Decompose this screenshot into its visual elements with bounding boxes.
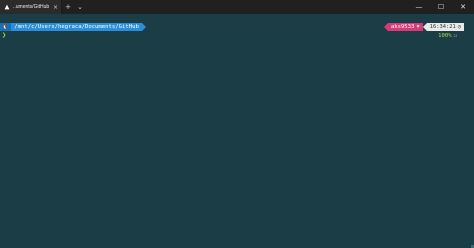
terminal-content[interactable]: 🐧 /mnt/c/Users/hegraca/Documents/GitHub … <box>0 14 474 248</box>
powerline-separator <box>141 23 146 31</box>
current-path: /mnt/c/Users/hegraca/Documents/GitHub <box>11 23 142 31</box>
triangle-terminal-icon <box>4 4 10 10</box>
minimize-button[interactable]: — <box>408 0 430 14</box>
prompt-right-segments: aks9533 ⎈ 16:34:21 ◷ <box>383 23 464 31</box>
kube-context-segment: aks9533 ⎈ <box>387 23 423 31</box>
time-segment: 16:34:21 ◷ <box>426 23 464 31</box>
tab-close-icon[interactable]: × <box>53 4 58 11</box>
tab-dropdown-icon[interactable]: ⌄ <box>74 0 86 14</box>
kube-context: aks9533 <box>390 24 415 30</box>
close-window-button[interactable]: ✕ <box>452 0 474 14</box>
kubernetes-icon: ⎈ <box>416 24 420 30</box>
title-bar: ..uments/GitHub × + ⌄ — ☐ ✕ <box>0 0 474 14</box>
status-box-icon: ☐ <box>453 32 457 39</box>
clock-icon: ◷ <box>457 24 461 30</box>
prompt-caret-icon: ❯ <box>2 31 7 39</box>
prompt-time: 16:34:21 <box>429 24 456 30</box>
maximize-button[interactable]: ☐ <box>430 0 452 14</box>
terminal-window: ..uments/GitHub × + ⌄ — ☐ ✕ 🐧 /mnt/c/Use… <box>0 0 474 248</box>
title-bar-drag-area[interactable] <box>86 0 408 14</box>
tab-active[interactable]: ..uments/GitHub × <box>0 0 62 14</box>
prompt-left-segments: 🐧 /mnt/c/Users/hegraca/Documents/GitHub <box>0 23 146 31</box>
cpu-status: 100% ☐ <box>438 32 457 39</box>
linux-os-icon: 🐧 <box>0 23 12 31</box>
tab-title: ..uments/GitHub <box>13 4 50 10</box>
new-tab-button[interactable]: + <box>62 0 74 14</box>
cpu-label: 100% <box>438 32 452 39</box>
